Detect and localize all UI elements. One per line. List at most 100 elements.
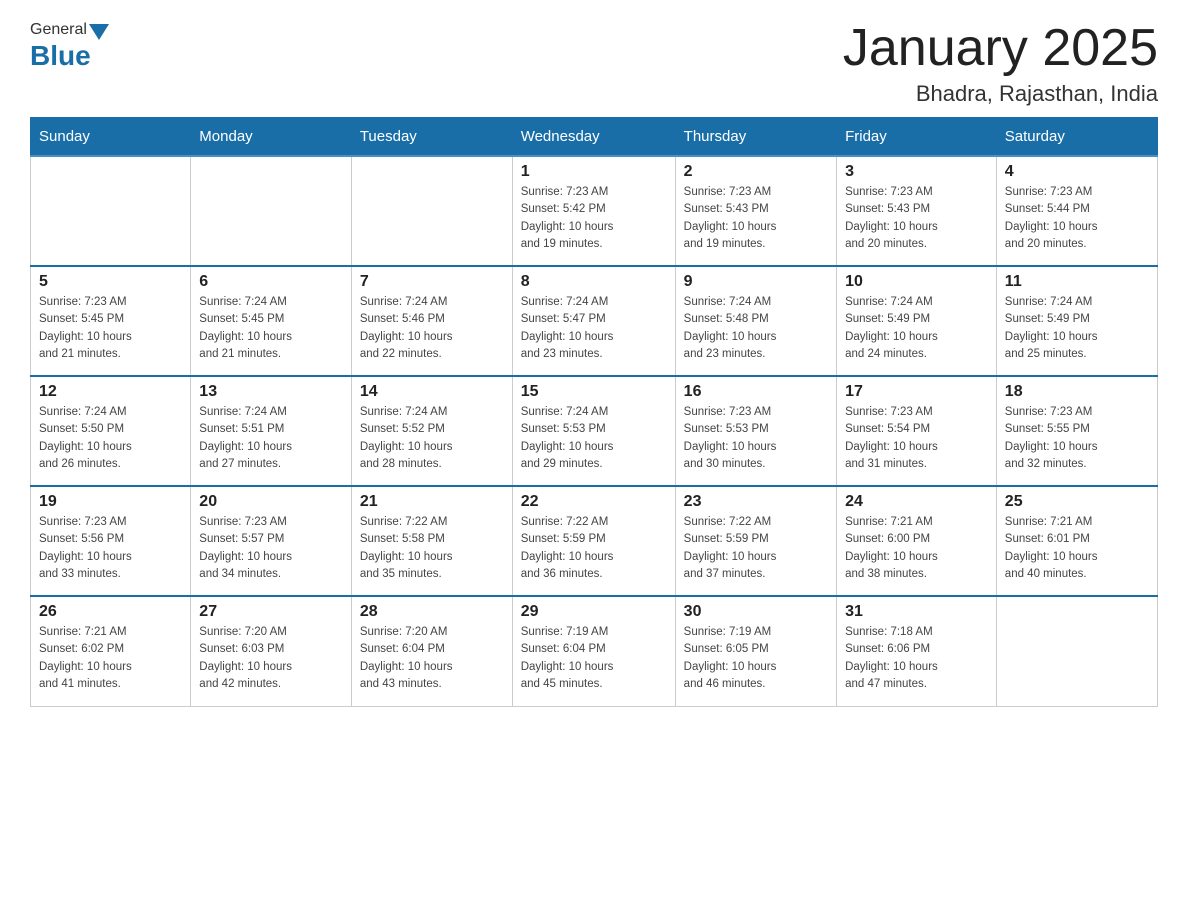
calendar-header-saturday: Saturday [996,118,1157,157]
day-number: 29 [521,603,667,621]
calendar-cell: 25 Sunrise: 7:21 AMSunset: 6:01 PMDayligh… [996,486,1157,596]
day-info: Sunrise: 7:24 AMSunset: 5:48 PMDaylight:… [684,294,828,363]
day-number: 23 [684,493,828,511]
calendar-cell: 17 Sunrise: 7:23 AMSunset: 5:54 PMDayligh… [837,376,997,486]
day-number: 25 [1005,493,1149,511]
calendar-cell: 13 Sunrise: 7:24 AMSunset: 5:51 PMDayligh… [191,376,352,486]
calendar-cell: 4 Sunrise: 7:23 AMSunset: 5:44 PMDaylight… [996,156,1157,266]
day-number: 1 [521,163,667,181]
day-info: Sunrise: 7:24 AMSunset: 5:46 PMDaylight:… [360,294,504,363]
calendar-cell: 19 Sunrise: 7:23 AMSunset: 5:56 PMDayligh… [31,486,191,596]
day-info: Sunrise: 7:23 AMSunset: 5:53 PMDaylight:… [684,404,828,473]
day-number: 14 [360,383,504,401]
day-info: Sunrise: 7:24 AMSunset: 5:49 PMDaylight:… [1005,294,1149,363]
day-info: Sunrise: 7:23 AMSunset: 5:55 PMDaylight:… [1005,404,1149,473]
day-number: 31 [845,603,988,621]
day-number: 30 [684,603,828,621]
day-number: 20 [199,493,343,511]
logo-general-text: General [30,21,87,39]
day-number: 6 [199,273,343,291]
day-number: 28 [360,603,504,621]
calendar-cell [351,156,512,266]
day-number: 18 [1005,383,1149,401]
day-info: Sunrise: 7:22 AMSunset: 5:58 PMDaylight:… [360,514,504,583]
calendar-cell: 20 Sunrise: 7:23 AMSunset: 5:57 PMDayligh… [191,486,352,596]
day-info: Sunrise: 7:24 AMSunset: 5:50 PMDaylight:… [39,404,182,473]
day-number: 26 [39,603,182,621]
day-info: Sunrise: 7:24 AMSunset: 5:49 PMDaylight:… [845,294,988,363]
calendar-cell: 14 Sunrise: 7:24 AMSunset: 5:52 PMDayligh… [351,376,512,486]
calendar-cell: 3 Sunrise: 7:23 AMSunset: 5:43 PMDaylight… [837,156,997,266]
calendar-cell: 21Sunrise: 7:22 AMSunset: 5:58 PMDayligh… [351,486,512,596]
calendar-cell: 27Sunrise: 7:20 AMSunset: 6:03 PMDayligh… [191,596,352,706]
day-number: 11 [1005,273,1149,291]
day-info: Sunrise: 7:24 AMSunset: 5:45 PMDaylight:… [199,294,343,363]
calendar-cell [31,156,191,266]
day-number: 17 [845,383,988,401]
day-info: Sunrise: 7:21 AMSunset: 6:01 PMDaylight:… [1005,514,1149,583]
day-info: Sunrise: 7:20 AMSunset: 6:04 PMDaylight:… [360,624,504,693]
calendar-cell: 2Sunrise: 7:23 AMSunset: 5:43 PMDaylight… [675,156,836,266]
calendar-cell: 26 Sunrise: 7:21 AMSunset: 6:02 PMDayligh… [31,596,191,706]
day-info: Sunrise: 7:23 AMSunset: 5:44 PMDaylight:… [1005,184,1149,253]
day-info: Sunrise: 7:21 AMSunset: 6:00 PMDaylight:… [845,514,988,583]
day-info: Sunrise: 7:24 AMSunset: 5:52 PMDaylight:… [360,404,504,473]
calendar-header-friday: Friday [837,118,997,157]
calendar-cell: 11 Sunrise: 7:24 AMSunset: 5:49 PMDayligh… [996,266,1157,376]
day-info: Sunrise: 7:23 AMSunset: 5:56 PMDaylight:… [39,514,182,583]
day-number: 27 [199,603,343,621]
calendar-cell: 22Sunrise: 7:22 AMSunset: 5:59 PMDayligh… [512,486,675,596]
calendar-cell [996,596,1157,706]
month-title: January 2025 [843,20,1158,77]
day-number: 22 [521,493,667,511]
day-info: Sunrise: 7:24 AMSunset: 5:47 PMDaylight:… [521,294,667,363]
page-header: General Blue January 2025 Bhadra, Rajast… [30,20,1158,107]
day-info: Sunrise: 7:23 AMSunset: 5:43 PMDaylight:… [845,184,988,253]
day-number: 12 [39,383,182,401]
day-info: Sunrise: 7:23 AMSunset: 5:54 PMDaylight:… [845,404,988,473]
calendar-week-1: 1 Sunrise: 7:23 AMSunset: 5:42 PMDaylight… [31,156,1158,266]
calendar-cell: 28 Sunrise: 7:20 AMSunset: 6:04 PMDayligh… [351,596,512,706]
calendar-table: SundayMondayTuesdayWednesdayThursdayFrid… [30,117,1158,707]
calendar-cell: 24Sunrise: 7:21 AMSunset: 6:00 PMDayligh… [837,486,997,596]
calendar-week-5: 26 Sunrise: 7:21 AMSunset: 6:02 PMDayligh… [31,596,1158,706]
day-number: 19 [39,493,182,511]
day-info: Sunrise: 7:24 AMSunset: 5:53 PMDaylight:… [521,404,667,473]
calendar-header-row: SundayMondayTuesdayWednesdayThursdayFrid… [31,118,1158,157]
logo-blue-text: Blue [30,40,91,72]
calendar-cell [191,156,352,266]
day-info: Sunrise: 7:21 AMSunset: 6:02 PMDaylight:… [39,624,182,693]
day-number: 10 [845,273,988,291]
day-number: 3 [845,163,988,181]
day-info: Sunrise: 7:22 AMSunset: 5:59 PMDaylight:… [684,514,828,583]
day-info: Sunrise: 7:23 AMSunset: 5:57 PMDaylight:… [199,514,343,583]
calendar-cell: 18 Sunrise: 7:23 AMSunset: 5:55 PMDayligh… [996,376,1157,486]
title-section: January 2025 Bhadra, Rajasthan, India [843,20,1158,107]
logo: General Blue [30,20,109,72]
day-info: Sunrise: 7:24 AMSunset: 5:51 PMDaylight:… [199,404,343,473]
calendar-header-tuesday: Tuesday [351,118,512,157]
day-number: 4 [1005,163,1149,181]
day-number: 8 [521,273,667,291]
day-number: 16 [684,383,828,401]
calendar-cell: 10 Sunrise: 7:24 AMSunset: 5:49 PMDayligh… [837,266,997,376]
day-number: 7 [360,273,504,291]
calendar-header-monday: Monday [191,118,352,157]
calendar-header-thursday: Thursday [675,118,836,157]
day-info: Sunrise: 7:19 AMSunset: 6:04 PMDaylight:… [521,624,667,693]
calendar-cell: 1 Sunrise: 7:23 AMSunset: 5:42 PMDaylight… [512,156,675,266]
day-info: Sunrise: 7:23 AMSunset: 5:42 PMDaylight:… [521,184,667,253]
day-number: 13 [199,383,343,401]
calendar-header-wednesday: Wednesday [512,118,675,157]
calendar-cell: 16 Sunrise: 7:23 AMSunset: 5:53 PMDayligh… [675,376,836,486]
day-info: Sunrise: 7:19 AMSunset: 6:05 PMDaylight:… [684,624,828,693]
calendar-header-sunday: Sunday [31,118,191,157]
day-number: 15 [521,383,667,401]
day-number: 2 [684,163,828,181]
day-info: Sunrise: 7:23 AMSunset: 5:45 PMDaylight:… [39,294,182,363]
location-text: Bhadra, Rajasthan, India [843,81,1158,107]
logo-arrow-icon [89,24,109,40]
calendar-week-4: 19 Sunrise: 7:23 AMSunset: 5:56 PMDayligh… [31,486,1158,596]
calendar-cell: 8 Sunrise: 7:24 AMSunset: 5:47 PMDaylight… [512,266,675,376]
calendar-cell: 15 Sunrise: 7:24 AMSunset: 5:53 PMDayligh… [512,376,675,486]
